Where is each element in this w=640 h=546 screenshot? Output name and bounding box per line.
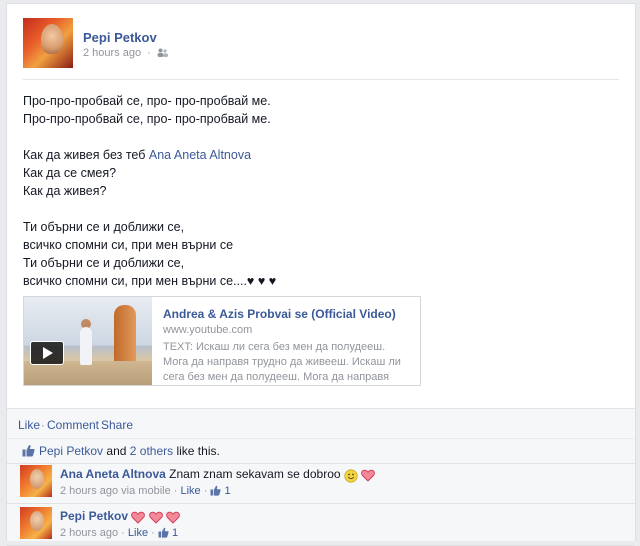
message-line: Ти обърни се и доближи се, — [23, 220, 185, 234]
comment-body: Pepi Petkov — [60, 509, 180, 525]
link-preview[interactable]: Andrea & Azis Probvai se (Official Video… — [23, 296, 421, 386]
post-meta: 2 hours ago · — [83, 47, 168, 59]
likes-suffix: like this. — [176, 444, 220, 458]
post-timestamp[interactable]: 2 hours ago — [83, 47, 141, 59]
message-line: Про-про-пробвай се, про- про-пробвай ме. — [23, 112, 271, 126]
liker-name-link[interactable]: Pepi Petkov — [39, 444, 103, 458]
smiley-icon — [344, 469, 358, 483]
author-avatar[interactable] — [23, 18, 73, 68]
likes-summary: Pepi Petkov and 2 others like this. — [7, 438, 635, 464]
post-card: Pepi Petkov 2 hours ago · Про-про-пробва… — [6, 3, 636, 546]
comment-like-link[interactable]: Like — [128, 527, 148, 539]
message-line: всичко спомни си, при мен върни се....♥ … — [23, 274, 277, 288]
like-link[interactable]: Like — [18, 418, 40, 432]
link-preview-body: Andrea & Azis Probvai se (Official Video… — [163, 307, 411, 385]
heart-icon — [148, 511, 163, 524]
comment-like-count[interactable]: 1 — [225, 485, 231, 497]
message-line-with-tag: Как да живея без теб Ana Aneta Altnova — [23, 146, 623, 164]
link-preview-title[interactable]: Andrea & Azis Probvai se (Official Video… — [163, 307, 411, 321]
thumbs-up-icon — [158, 527, 169, 538]
commenter-name[interactable]: Ana Aneta Altnova — [60, 467, 166, 481]
feedback-section: Pepi Petkov and 2 others like this. Ana … — [7, 438, 635, 546]
heart-icon — [166, 511, 180, 524]
commenter-avatar[interactable] — [20, 465, 52, 497]
comment-meta-separator: · — [121, 527, 125, 539]
comment-timestamp[interactable]: 2 hours ago — [60, 485, 118, 497]
header-divider — [23, 79, 619, 80]
comment-text: Znam znam sekavam se dobroo — [169, 467, 341, 481]
comment-link[interactable]: Comment — [47, 418, 99, 432]
comment-emoticons — [131, 511, 180, 525]
message-line: всичко спомни си, при мен върни се — [23, 238, 234, 252]
heart-icon — [131, 511, 146, 524]
tagged-person-link[interactable]: Ana Aneta Altnova — [149, 148, 251, 162]
comment-meta-separator: · — [203, 485, 208, 497]
message-gap — [23, 200, 623, 218]
comment-like-link[interactable]: Like — [181, 485, 201, 497]
likes-connector: and — [106, 444, 127, 458]
play-icon[interactable] — [30, 341, 64, 365]
comment-via: via mobile — [121, 485, 171, 497]
link-preview-domain: www.youtube.com — [163, 324, 253, 336]
comment-emoticons — [344, 469, 376, 483]
post-actions-bar: Like · Comment · Share — [7, 408, 635, 439]
actions-separator: · — [95, 418, 99, 432]
message-line: Как да се смея? — [23, 166, 117, 180]
message-line: Как да живея? — [23, 184, 107, 198]
likes-others-link[interactable]: 2 others — [130, 444, 173, 458]
comment-item: Ana Aneta Altnova Znam znam sekavam se d… — [7, 462, 635, 504]
comment-meta: 2 hours ago via mobile · Like · 1 — [60, 485, 231, 497]
message-line: Про-про-пробвай се, про- про-пробвай ме. — [23, 94, 271, 108]
author-name[interactable]: Pepi Petkov — [83, 30, 157, 45]
commenter-name[interactable]: Pepi Petkov — [60, 509, 128, 523]
message-gap — [23, 128, 623, 146]
comment-timestamp[interactable]: 2 hours ago — [60, 527, 118, 539]
video-thumbnail[interactable] — [24, 297, 152, 385]
message-line-text: Как да живея без теб — [23, 148, 146, 162]
comment-body: Ana Aneta Altnova Znam znam sekavam se d… — [60, 467, 376, 483]
likes-text: Pepi Petkov and 2 others like this. — [39, 444, 220, 458]
comment-meta-separator: · — [151, 527, 155, 539]
comment-meta: 2 hours ago · Like · 1 — [60, 527, 178, 539]
thumbs-up-icon — [22, 444, 35, 457]
message-line: Ти обърни се и доближи се, — [23, 256, 185, 270]
commenter-avatar[interactable] — [20, 507, 52, 539]
meta-separator: · — [147, 47, 151, 59]
heart-icon — [361, 469, 376, 482]
link-preview-description: TEXT: Искаш ли сега без мен да полудееш.… — [163, 341, 401, 383]
comment-meta-separator: · — [173, 485, 178, 497]
friends-icon[interactable] — [157, 48, 168, 57]
thumbs-up-icon — [210, 485, 222, 496]
actions-separator: · — [41, 418, 45, 432]
share-link[interactable]: Share — [101, 418, 133, 432]
comment-like-count[interactable]: 1 — [172, 527, 178, 539]
post-message: Про-про-пробвай се, про- про-пробвай ме.… — [23, 92, 623, 290]
